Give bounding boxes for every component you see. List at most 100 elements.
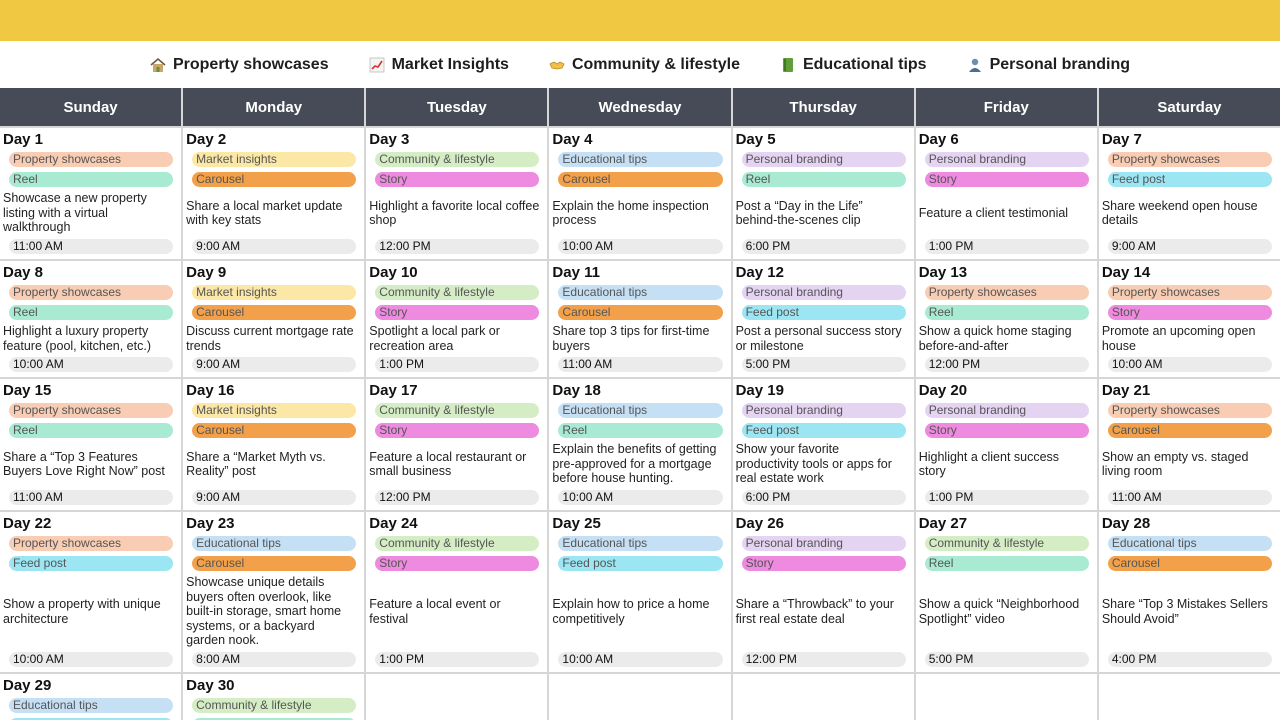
calendar-day-cell[interactable]: Day 25 Educational tips Feed post Explain h…: [549, 512, 731, 672]
post-time: 8:00 AM: [192, 652, 357, 667]
category-legend: Property showcases Market Insights Commu…: [0, 41, 1280, 88]
post-time: 5:00 PM: [924, 652, 1089, 667]
format-tag: Feed post: [9, 556, 174, 571]
category-tag: Property showcases: [924, 285, 1089, 300]
post-description: Explain the home inspection process: [552, 198, 709, 228]
day-label: Day 15: [3, 382, 52, 399]
post-time: 9:00 AM: [192, 490, 357, 505]
post-description: Share top 3 tips for first-time buyers: [552, 324, 710, 353]
calendar-day-cell[interactable]: Day 8 Property showcases Reel Highlight a l…: [0, 261, 182, 377]
post-time: 12:00 PM: [375, 490, 540, 505]
format-tag: Story: [924, 172, 1089, 187]
calendar-day-cell[interactable]: Day 7 Property showcases Feed post Share we…: [1098, 128, 1280, 259]
post-description: Feature a local event or festival: [369, 597, 501, 626]
calendar-day-cell[interactable]: Day 15 Property showcases Reel Share a “Top…: [0, 379, 182, 510]
category-tag: Community & lifestyle: [192, 698, 357, 713]
format-tag: Reel: [9, 423, 174, 438]
calendar-day-cell[interactable]: Day 28 Educational tips Carousel Share “Top…: [1098, 512, 1280, 672]
post-time: 12:00 PM: [924, 357, 1089, 372]
weekday-header-monday: Monday: [183, 88, 365, 126]
calendar-day-cell[interactable]: Day 24 Community & lifestyle Story Feature …: [366, 512, 548, 672]
chart-icon: [369, 57, 384, 72]
calendar-day-cell[interactable]: Day 13 Property showcases Reel Show a quick…: [915, 261, 1097, 377]
day-label: Day 14: [1101, 264, 1151, 281]
legend-item-property-showcases: Property showcases: [150, 56, 329, 74]
empty-day-cell: [915, 674, 1097, 720]
post-description: Show a property with unique architecture: [3, 597, 161, 626]
calendar-day-cell[interactable]: Day 2 Market insights Carousel Share a loca…: [183, 128, 365, 259]
post-description: Explain the benefits of getting pre-appr…: [552, 442, 717, 486]
calendar-day-cell[interactable]: Day 4 Educational tips Carousel Explain the…: [549, 128, 731, 259]
day-label: Day 10: [369, 264, 418, 281]
day-label: Day 9: [186, 264, 227, 281]
calendar-day-cell[interactable]: Day 1 Property showcases Reel Showcase a ne…: [0, 128, 182, 259]
calendar-day-cell[interactable]: Day 6 Personal branding Story Feature a cli…: [915, 128, 1097, 259]
category-tag: Market insights: [192, 403, 357, 418]
day-label: Day 19: [735, 382, 784, 399]
calendar-day-cell[interactable]: Day 14 Property showcases Story Promote an …: [1098, 261, 1280, 377]
calendar-day-cell[interactable]: Day 20 Personal branding Story Highlight a …: [915, 379, 1097, 510]
category-tag: Personal branding: [741, 403, 906, 418]
format-tag: Feed post: [558, 556, 723, 571]
post-time: 12:00 PM: [375, 239, 540, 254]
handshake-icon: [549, 61, 565, 69]
post-time: 1:00 PM: [924, 239, 1089, 254]
post-time: 10:00 AM: [9, 652, 174, 667]
calendar-day-cell[interactable]: Day 5 Personal branding Reel Post a “Day in…: [732, 128, 914, 259]
category-tag: Educational tips: [558, 285, 723, 300]
category-tag: Property showcases: [9, 536, 174, 551]
day-label: Day 22: [3, 515, 52, 532]
post-time: 10:00 AM: [558, 490, 723, 505]
calendar-day-cell[interactable]: Day 18 Educational tips Reel Explain the be…: [549, 379, 731, 510]
post-description: Show a quick home staging before-and-aft…: [918, 324, 1072, 353]
calendar-day-cell[interactable]: Day 19 Personal branding Feed post Show you…: [732, 379, 914, 510]
title-banner: [0, 0, 1280, 41]
empty-day-cell: [366, 674, 548, 720]
calendar-day-cell[interactable]: Day 22 Property showcases Feed post Show a …: [0, 512, 182, 672]
book-icon: [782, 57, 793, 72]
category-tag: Educational tips: [192, 536, 357, 551]
calendar-day-cell[interactable]: Day 26 Personal branding Story Share a “Thr…: [732, 512, 914, 672]
post-description: Share a “Market Myth vs. Reality” post: [186, 449, 326, 479]
calendar-grid: Sunday Monday Tuesday Wednesday Thursday Frid…: [0, 88, 1280, 720]
calendar-day-cell[interactable]: Day 11 Educational tips Carousel Share top …: [549, 261, 731, 377]
category-tag: Educational tips: [558, 152, 723, 167]
calendar-day-cell[interactable]: Day 23 Educational tips Carousel Showcase u…: [183, 512, 365, 672]
weekday-header-friday: Friday: [915, 88, 1097, 126]
day-label: Day 27: [918, 515, 968, 532]
category-tag: Community & lifestyle: [375, 285, 540, 300]
calendar-day-cell[interactable]: Day 30Community & lifestyleReel: [183, 674, 365, 720]
format-tag: Reel: [924, 305, 1089, 320]
category-tag: Community & lifestyle: [924, 536, 1089, 551]
calendar-day-cell[interactable]: Day 3 Community & lifestyle Story Highlight…: [366, 128, 548, 259]
format-tag: Carousel: [1107, 556, 1272, 571]
weekday-header-tuesday: Tuesday: [366, 88, 548, 126]
day-label: Day 3: [369, 131, 410, 148]
post-time: 10:00 AM: [9, 357, 174, 372]
format-tag: Carousel: [558, 172, 723, 187]
post-description: Share weekend open house details: [1101, 198, 1258, 228]
post-time: 9:00 AM: [192, 239, 357, 254]
calendar-day-cell[interactable]: Day 27 Community & lifestyle Reel Show a qu…: [915, 512, 1097, 672]
post-description: Showcase a new property listing with a v…: [3, 191, 147, 235]
calendar-day-cell[interactable]: Day 21 Property showcases Carousel Show an …: [1098, 379, 1280, 510]
weekday-header-thursday: Thursday: [732, 88, 914, 126]
calendar-day-cell[interactable]: Day 29Educational tipsFeed post: [0, 674, 182, 720]
calendar-day-cell[interactable]: Day 12 Personal branding Feed post Post a p…: [732, 261, 914, 377]
weekday-header-saturday: Saturday: [1098, 88, 1280, 126]
format-tag: Story: [1107, 305, 1272, 320]
calendar-day-cell[interactable]: Day 10 Community & lifestyle Story Spotligh…: [366, 261, 548, 377]
format-tag: Reel: [9, 172, 174, 187]
house-icon: [150, 57, 166, 72]
day-label: Day 2: [186, 131, 227, 148]
legend-label: Market Insights: [391, 55, 509, 73]
post-description: Share “Top 3 Mistakes Sellers Should Avo…: [1101, 597, 1268, 626]
calendar-day-cell[interactable]: Day 17 Community & lifestyle Story Feature …: [366, 379, 548, 510]
post-description: Show an empty vs. staged living room: [1101, 449, 1249, 479]
category-tag: Market insights: [192, 152, 357, 167]
calendar-day-cell[interactable]: Day 9 Market insights Carousel Discuss curr…: [183, 261, 365, 377]
legend-item-community-lifestyle: Community & lifestyle: [549, 56, 740, 74]
calendar-day-cell[interactable]: Day 16 Market insights Carousel Share a “Ma…: [183, 379, 365, 510]
post-description: Spotlight a local park or recreation are…: [369, 324, 500, 353]
empty-day-cell: [549, 674, 731, 720]
